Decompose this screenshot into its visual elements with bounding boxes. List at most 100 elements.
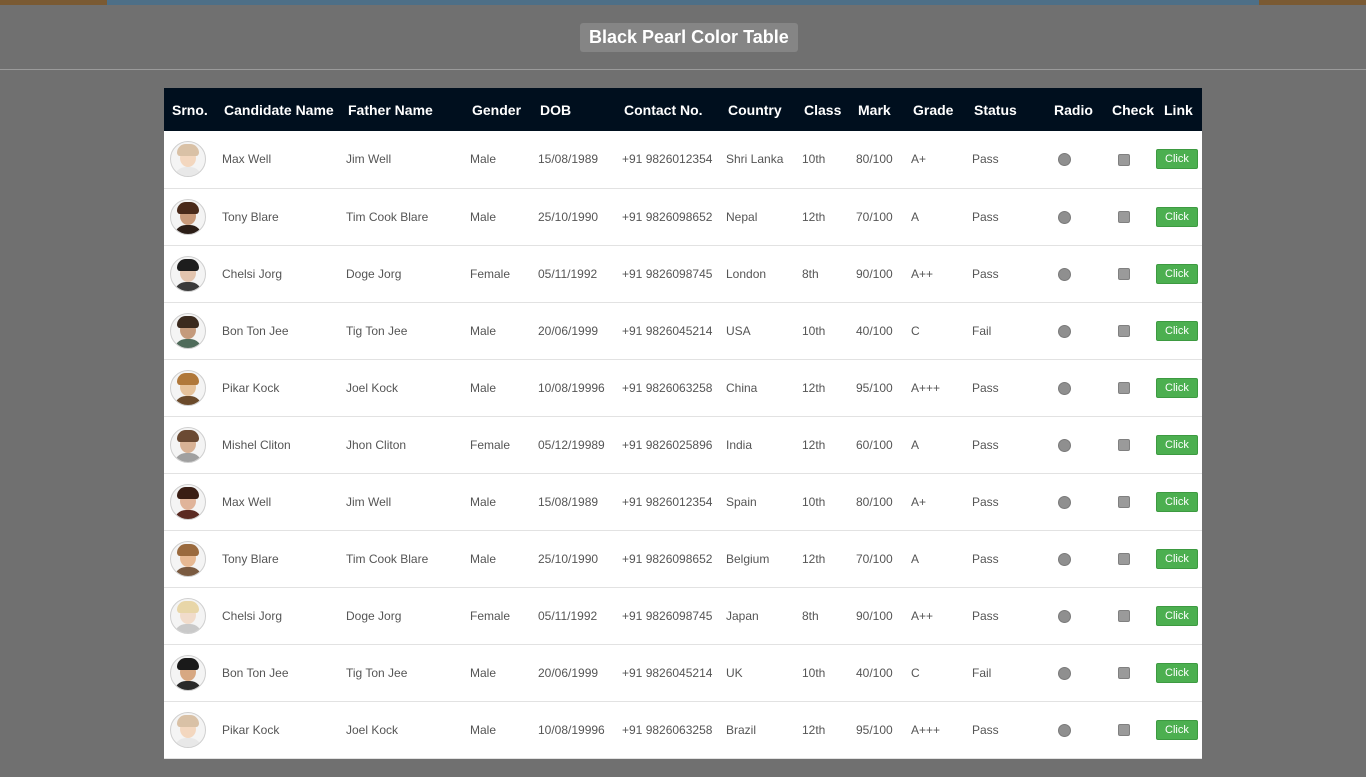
row-click-button[interactable]: Click — [1156, 662, 1198, 683]
gender-cell: Female — [470, 608, 511, 623]
row-checkbox[interactable] — [1118, 211, 1130, 224]
header-status: Status — [974, 101, 1017, 118]
dob-cell: 20/06/1999 — [538, 665, 599, 680]
radio-cell — [1046, 587, 1104, 644]
mark-cell: 70/100 — [856, 551, 893, 566]
status-cell: Pass — [972, 551, 999, 566]
dob-cell: 25/10/1990 — [538, 551, 599, 566]
avatar-cell — [164, 701, 216, 758]
father-name-cell: Doge Jorg — [346, 266, 402, 281]
row-radio-button[interactable] — [1058, 381, 1071, 395]
father-name-cell: Jim Well — [346, 152, 392, 167]
father-name-cell: Joel Kock — [346, 380, 399, 395]
table-row: Tony Blare Tim Cook Blare Male 25/10/1990 +9… — [164, 188, 1202, 245]
link-cell: Click — [1156, 131, 1202, 188]
row-radio-button[interactable] — [1058, 267, 1071, 281]
candidate-table: Srno. Candidate Name Father Name Gender DOB C… — [164, 88, 1202, 759]
dob-cell: 15/08/1989 — [538, 494, 599, 509]
row-checkbox[interactable] — [1118, 667, 1130, 680]
row-radio-button[interactable] — [1058, 438, 1071, 452]
status-cell: Pass — [972, 494, 999, 509]
contact-cell: +91 9826098745 — [622, 266, 713, 281]
header-candidate-name: Candidate Name — [224, 101, 334, 118]
row-checkbox[interactable] — [1118, 154, 1130, 167]
row-radio-button[interactable] — [1058, 552, 1071, 566]
row-click-button[interactable]: Click — [1156, 434, 1198, 455]
avatar-icon — [170, 426, 206, 463]
row-checkbox[interactable] — [1118, 268, 1130, 281]
contact-cell: +91 9826012354 — [622, 152, 713, 167]
status-cell: Pass — [972, 266, 999, 281]
header-srno: Srno. — [172, 101, 208, 118]
link-cell: Click — [1156, 188, 1202, 245]
row-click-button[interactable]: Click — [1156, 206, 1198, 227]
dob-cell: 05/11/1992 — [538, 266, 598, 281]
dob-cell: 10/08/19996 — [538, 380, 605, 395]
row-checkbox[interactable] — [1118, 382, 1130, 395]
father-name-cell: Jim Well — [346, 494, 392, 509]
header-radio: Radio — [1054, 101, 1093, 118]
mark-cell: 40/100 — [856, 665, 893, 680]
status-cell: Pass — [972, 209, 999, 224]
candidate-name-cell: Pikar Kock — [222, 380, 280, 395]
gender-cell: Male — [470, 323, 497, 338]
avatar-cell — [164, 188, 216, 245]
status-cell: Pass — [972, 722, 999, 737]
class-cell: 12th — [802, 209, 826, 224]
avatar-cell — [164, 473, 216, 530]
contact-cell: +91 9826098652 — [622, 551, 713, 566]
row-click-button[interactable]: Click — [1156, 149, 1198, 170]
gender-cell: Male — [470, 494, 497, 509]
row-checkbox[interactable] — [1118, 724, 1130, 737]
class-cell: 10th — [802, 494, 826, 509]
grade-cell: A+++ — [911, 722, 941, 737]
row-checkbox[interactable] — [1118, 553, 1130, 566]
gender-cell: Male — [470, 722, 497, 737]
row-click-button[interactable]: Click — [1156, 263, 1198, 284]
row-checkbox[interactable] — [1118, 610, 1130, 623]
row-checkbox[interactable] — [1118, 439, 1130, 452]
row-radio-button[interactable] — [1058, 723, 1071, 737]
father-name-cell: Joel Kock — [346, 722, 399, 737]
row-radio-button[interactable] — [1058, 153, 1071, 167]
row-radio-button[interactable] — [1058, 495, 1071, 509]
row-checkbox[interactable] — [1118, 496, 1130, 509]
row-click-button[interactable]: Click — [1156, 605, 1198, 626]
mark-cell: 80/100 — [856, 152, 893, 167]
check-cell — [1104, 416, 1156, 473]
grade-cell: A — [911, 209, 920, 224]
radio-cell — [1046, 530, 1104, 587]
row-radio-button[interactable] — [1058, 210, 1071, 224]
dob-cell: 20/06/1999 — [538, 323, 599, 338]
check-cell — [1104, 530, 1156, 587]
father-name-cell: Doge Jorg — [346, 608, 402, 623]
link-cell: Click — [1156, 701, 1202, 758]
father-name-cell: Tim Cook Blare — [346, 209, 429, 224]
row-radio-button[interactable] — [1058, 666, 1071, 680]
row-click-button[interactable]: Click — [1156, 320, 1198, 341]
row-click-button[interactable]: Click — [1156, 719, 1198, 740]
row-click-button[interactable]: Click — [1156, 377, 1198, 398]
country-cell: USA — [726, 323, 751, 338]
avatar-icon — [170, 369, 206, 406]
country-cell: Shri Lanka — [726, 152, 784, 167]
avatar-icon — [170, 654, 206, 691]
father-name-cell: Jhon Cliton — [346, 437, 407, 452]
grade-cell: A+++ — [911, 380, 941, 395]
country-cell: India — [726, 437, 753, 452]
row-radio-button[interactable] — [1058, 609, 1071, 623]
link-cell: Click — [1156, 644, 1202, 701]
candidate-name-cell: Bon Ton Jee — [222, 665, 289, 680]
avatar-icon — [170, 540, 206, 577]
row-checkbox[interactable] — [1118, 325, 1130, 338]
father-name-cell: Tim Cook Blare — [346, 551, 429, 566]
country-cell: Brazil — [726, 722, 757, 737]
data-table-container: Srno. Candidate Name Father Name Gender DOB C… — [164, 88, 1202, 759]
row-radio-button[interactable] — [1058, 324, 1071, 338]
row-click-button[interactable]: Click — [1156, 548, 1198, 569]
avatar-icon — [170, 597, 206, 634]
header-class: Class — [804, 101, 842, 118]
mark-cell: 95/100 — [856, 380, 893, 395]
avatar-cell — [164, 131, 216, 188]
row-click-button[interactable]: Click — [1156, 491, 1198, 512]
